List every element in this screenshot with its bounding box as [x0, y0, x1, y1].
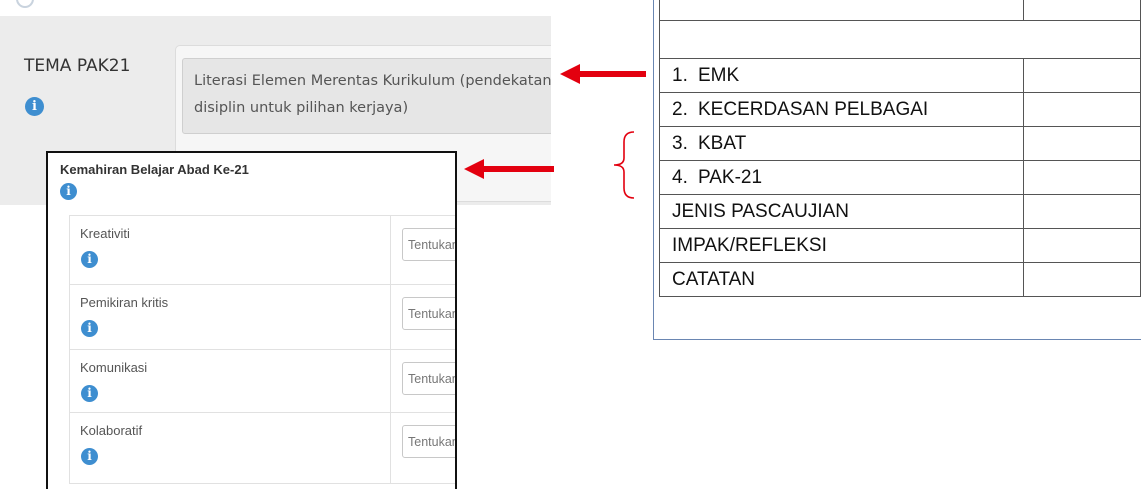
skill-row-komunikasi: Komunikasi i	[69, 349, 455, 413]
left-brace-icon	[613, 131, 635, 199]
skill-row-kolaboratif: Kolaboratif i	[69, 412, 455, 484]
skill-select[interactable]	[402, 362, 455, 395]
kemahiran-belajar-panel: Kemahiran Belajar Abad Ke-21 i Kreativit…	[46, 151, 457, 489]
info-icon[interactable]: i	[81, 320, 98, 337]
skill-label: Kolaboratif	[80, 423, 143, 438]
skill-row-pemikiran-kritis: Pemikiran kritis i	[69, 284, 455, 350]
divider	[390, 285, 391, 349]
info-icon[interactable]: i	[81, 385, 98, 402]
skill-label: Kreativiti	[80, 226, 130, 241]
skill-input-komunikasi[interactable]	[403, 363, 455, 394]
divider	[390, 350, 391, 412]
info-icon[interactable]: i	[25, 97, 44, 116]
tema-pak21-value[interactable]: Literasi Elemen Merentas Kurikulum (pend…	[182, 58, 551, 134]
kemahiran-belajar-title: Kemahiran Belajar Abad Ke-21	[60, 162, 249, 177]
skill-input-pemikiran-kritis[interactable]	[403, 298, 455, 329]
divider	[390, 216, 391, 284]
report-table-crop: 1. EMK 2. KECERDASAN PELBAGAI 3. KBAT 4. PAK…	[653, 0, 1141, 342]
table-frame	[653, 0, 1141, 340]
skill-select[interactable]	[402, 228, 455, 261]
skill-label: Pemikiran kritis	[80, 295, 169, 310]
divider	[390, 413, 391, 483]
tema-pak21-label: TEMA PAK21	[24, 56, 131, 76]
skill-input-kreativiti[interactable]	[403, 229, 455, 260]
info-icon[interactable]: i	[81, 251, 98, 268]
tema-pak21-value-text: Literasi Elemen Merentas Kurikulum (pend…	[194, 73, 551, 116]
arrow-left-icon	[464, 159, 554, 179]
skill-select[interactable]	[402, 297, 455, 330]
skill-input-kolaboratif[interactable]	[403, 426, 455, 457]
top-strip	[0, 0, 551, 16]
arrow-left-icon	[560, 64, 646, 84]
info-icon[interactable]: i	[60, 183, 77, 200]
skill-label: Komunikasi	[80, 360, 148, 375]
info-icon[interactable]: i	[81, 448, 98, 465]
skill-select[interactable]	[402, 425, 455, 458]
skill-row-kreativiti: Kreativiti i	[69, 215, 455, 285]
partial-circle-icon	[16, 0, 34, 8]
